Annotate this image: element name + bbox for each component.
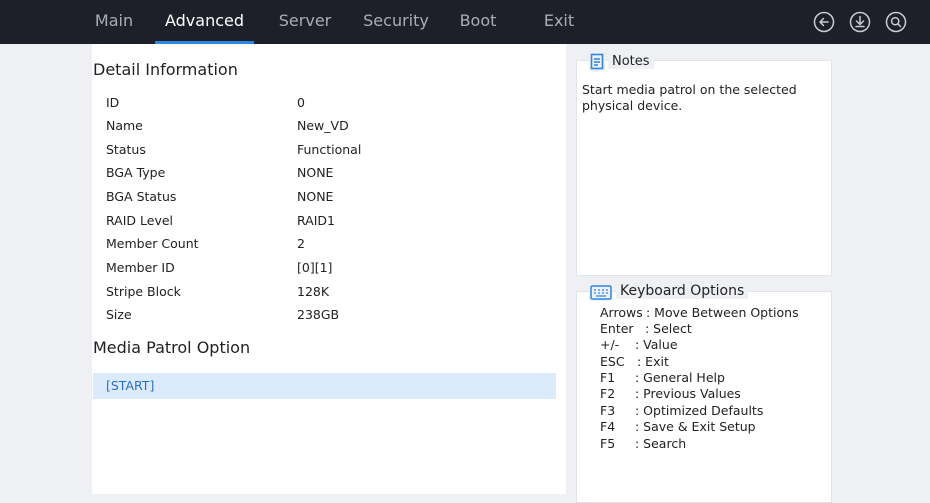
kb-desc: : Exit [637,354,669,369]
kb-desc: : Move Between Options [646,305,799,320]
kb-key: Enter [600,321,634,336]
kb-line-f5: F5 : Search [600,436,686,451]
kb-desc: : General Help [635,370,725,385]
tab-main[interactable]: Main [86,0,142,44]
value-bga-status: NONE [297,189,334,204]
label-size: Size [106,307,132,322]
kb-key: +/- [600,337,620,352]
top-nav-bar: Main Advanced Server Security Boot Exit [0,0,930,44]
value-size: 238GB [297,307,340,322]
tab-security[interactable]: Security [356,0,436,44]
kb-line-f4: F4 : Save & Exit Setup [600,419,756,434]
kb-key: F3 [600,403,616,418]
bottom-button-edge [636,488,748,494]
kb-line-f3: F3 : Optimized Defaults [600,403,763,418]
value-raid-level: RAID1 [297,213,335,228]
kb-desc: : Save & Exit Setup [635,419,756,434]
start-option-row[interactable]: [START] [93,373,556,399]
kb-key: F2 [600,386,616,401]
kb-key: ESC [600,354,625,369]
value-id: 0 [297,95,305,110]
kb-key: F5 [600,436,616,451]
search-icon[interactable] [885,11,907,33]
label-status: Status [106,142,146,157]
media-patrol-title: Media Patrol Option [93,338,251,357]
keyboard-icon [589,283,613,301]
kb-line-f1: F1 : General Help [600,370,725,385]
label-member-count: Member Count [106,236,199,251]
label-member-id: Member ID [106,260,175,275]
label-bga-type: BGA Type [106,165,166,180]
tab-advanced[interactable]: Advanced [155,0,254,44]
label-id: ID [106,95,120,110]
label-stripe-block: Stripe Block [106,284,181,299]
kb-desc: : Value [635,337,678,352]
keyboard-options-title: Keyboard Options [616,283,749,299]
kb-line-f2: F2 : Previous Values [600,386,741,401]
kb-desc: : Select [645,321,692,336]
label-bga-status: BGA Status [106,189,177,204]
detail-information-title: Detail Information [93,60,238,79]
value-stripe-block: 128K [297,284,330,299]
kb-desc: : Search [635,436,687,451]
value-name: New_VD [297,118,349,133]
kb-desc: : Previous Values [635,386,741,401]
tab-exit[interactable]: Exit [532,0,586,44]
kb-desc: : Optimized Defaults [635,403,764,418]
back-icon[interactable] [813,11,835,33]
kb-key: F4 [600,419,616,434]
label-raid-level: RAID Level [106,213,174,228]
kb-key: F1 [600,370,616,385]
notes-text: Start media patrol on the selected physi… [582,82,797,113]
start-option-label[interactable]: [START] [106,378,154,393]
kb-line-value: +/- : Value [600,337,678,352]
kb-line-esc: ESC : Exit [600,354,669,369]
value-member-count: 2 [297,236,305,251]
kb-key: Arrows [600,305,643,320]
tab-boot[interactable]: Boot [450,0,506,44]
label-name: Name [106,118,143,133]
value-bga-type: NONE [297,165,334,180]
value-status: Functional [297,142,362,157]
kb-line-enter: Enter : Select [600,321,692,336]
value-member-id: [0][1] [297,260,333,275]
notes-icon [589,53,605,71]
tab-server[interactable]: Server [268,0,342,44]
notes-title: Notes [608,54,654,69]
download-icon[interactable] [849,11,871,33]
kb-line-arrows: Arrows: Move Between Options [600,305,799,320]
